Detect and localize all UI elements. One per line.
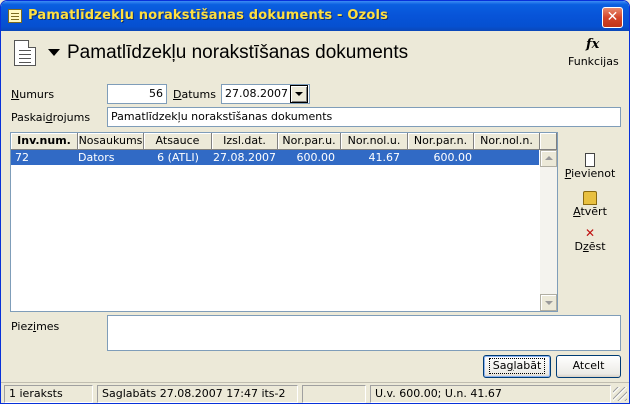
window-title: Pamatlīdzekļu norakstīšanas dokuments - … (28, 8, 389, 23)
column-header-nor-par-u[interactable]: Nor.par.u. (278, 133, 341, 150)
new-document-icon (585, 153, 595, 167)
status-saved: Saglabāts 27.08.2007 17:47 its-2 (97, 385, 298, 403)
cell-nor-par-u: 600.00 (296, 151, 336, 164)
delete-button[interactable]: ✕ Dzēst (561, 226, 619, 253)
status-bar: 1 ieraksts Saglabāts 27.08.2007 17:47 it… (1, 382, 629, 403)
cell-nor-nol-u: 41.67 (368, 151, 401, 164)
date-label: Datums (173, 88, 216, 101)
document-icon (8, 9, 22, 23)
folder-open-icon (583, 191, 597, 205)
close-button[interactable]: ✕ (602, 7, 623, 28)
column-header-excluded-date[interactable]: Izsl.dat. (212, 133, 278, 150)
document-icon (14, 40, 36, 66)
column-header-nor-par-n[interactable]: Nor.par.n. (408, 133, 474, 150)
chevron-down-icon[interactable] (290, 85, 308, 103)
description-label: Paskaidrojums (11, 111, 91, 124)
cancel-button[interactable]: Atcelt (556, 355, 621, 378)
notes-input[interactable] (107, 315, 621, 351)
save-button[interactable]: Saglabāt (483, 355, 551, 378)
number-label: Numurs (11, 88, 55, 101)
open-button[interactable]: Atvērt (561, 189, 619, 218)
dropdown-arrow-icon[interactable] (48, 49, 60, 56)
notes-label: Piezimes (11, 320, 60, 333)
column-header-filler (540, 133, 557, 150)
vertical-scrollbar[interactable] (540, 150, 557, 311)
table-row[interactable]: 72 Dators 6 (ATLI) 27.08.2007 600.00 41.… (11, 150, 539, 165)
title-bar[interactable]: Pamatlīdzekļu norakstīšanas dokuments - … (1, 1, 629, 31)
column-header-nor-nol-u[interactable]: Nor.nol.u. (341, 133, 408, 150)
cell-inv-num: 72 (15, 151, 29, 164)
cell-excluded-date: 27.08.2007 (213, 151, 276, 164)
status-totals: U.v. 600.00; U.n. 41.67 (370, 385, 611, 403)
scroll-down-icon[interactable] (540, 294, 557, 311)
scroll-up-icon[interactable] (540, 150, 557, 167)
app-window: Pamatlīdzekļu norakstīšanas dokuments - … (0, 0, 630, 404)
cell-reference: 6 (ATLI) (157, 151, 199, 164)
functions-icon[interactable]: fx (586, 37, 599, 52)
add-button[interactable]: Pievienot (561, 153, 619, 180)
status-record-count: 1 ieraksts (4, 385, 93, 403)
cell-name: Dators (78, 151, 115, 164)
functions-button-label[interactable]: Funkcijas (568, 55, 619, 68)
cell-nor-par-n: 600.00 (433, 151, 473, 164)
status-empty (302, 385, 366, 403)
delete-icon: ✕ (584, 226, 596, 240)
assets-table[interactable]: Inv.num. Nosaukums Atsauce Izsl.dat. Nor… (10, 132, 558, 312)
page-title: Pamatlīdzekļu norakstīšanas dokuments (67, 42, 409, 63)
column-header-inv-num[interactable]: Inv.num. (11, 133, 78, 150)
cell-nor-nol-n (474, 150, 538, 165)
resize-grip-icon[interactable] (613, 387, 627, 401)
number-input[interactable]: 56 (107, 84, 167, 104)
column-header-reference[interactable]: Atsauce (144, 133, 212, 150)
column-header-name[interactable]: Nosaukums (78, 133, 144, 150)
column-header-nor-nol-n[interactable]: Nor.nol.n. (474, 133, 540, 150)
description-input[interactable]: Pamatlīdzekļu norakstīšanas dokuments (107, 107, 621, 127)
table-header: Inv.num. Nosaukums Atsauce Izsl.dat. Nor… (11, 133, 557, 150)
